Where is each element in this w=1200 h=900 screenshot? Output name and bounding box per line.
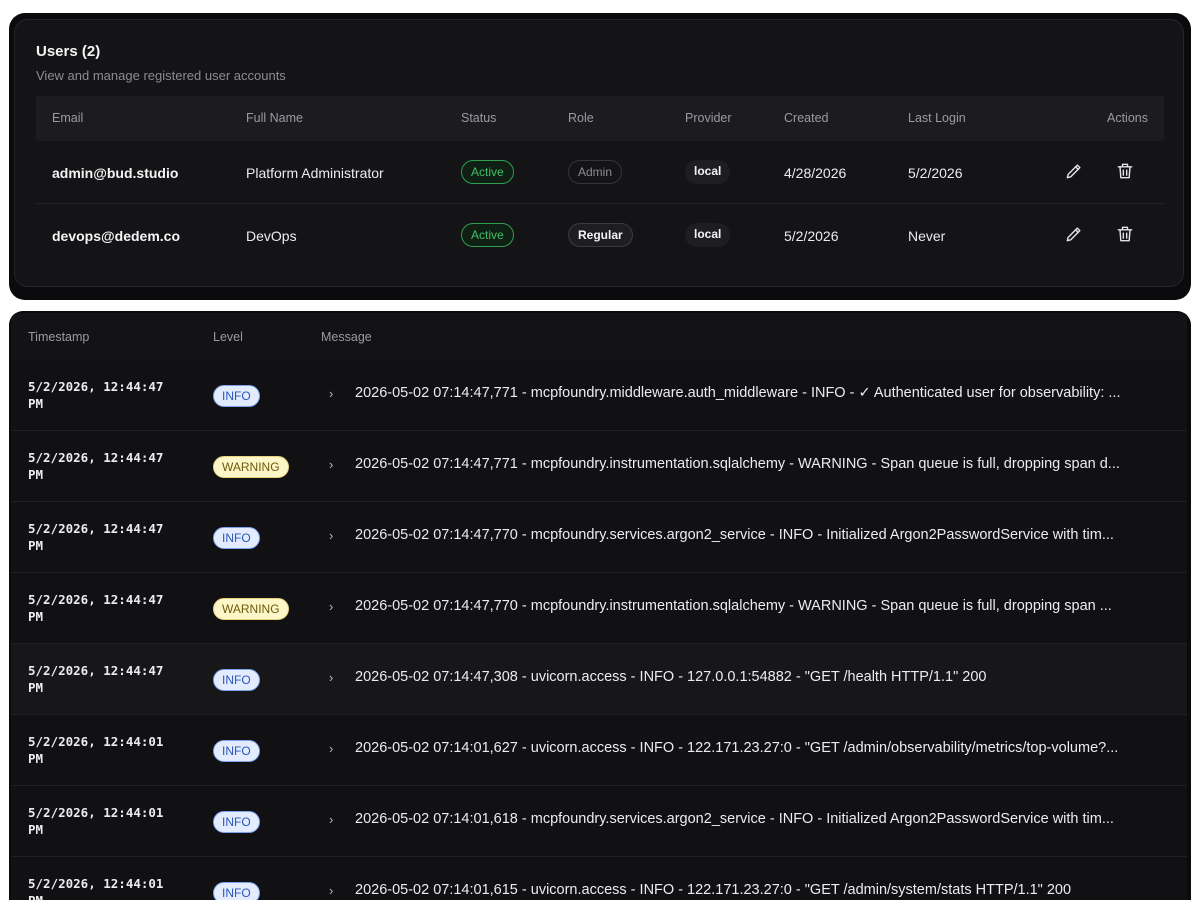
column-header-provider: Provider	[685, 111, 732, 125]
log-row[interactable]: 5/2/2026, 12:44:01PM INFO › 2026-05-02 0…	[11, 786, 1187, 857]
user-full-name: Platform Administrator	[246, 165, 384, 181]
level-badge: INFO	[213, 811, 260, 833]
level-badge: INFO	[213, 740, 260, 762]
users-table-header: Email Full Name Status Role Provider Cre…	[36, 96, 1164, 141]
provider-badge: local	[685, 160, 731, 184]
level-badge: INFO	[213, 527, 260, 549]
trash-icon[interactable]	[1115, 224, 1135, 244]
column-header-level: Level	[213, 330, 243, 344]
column-header-role: Role	[568, 111, 594, 125]
log-timestamp: 5/2/2026, 12:44:47 PM	[28, 379, 164, 411]
role-badge: Regular	[568, 223, 633, 247]
user-created-date: 4/28/2026	[784, 165, 847, 181]
log-message: 2026-05-02 07:14:47,770 - mcpfoundry.ser…	[355, 527, 1114, 543]
chevron-right-icon[interactable]: ›	[329, 528, 333, 543]
status-badge: Active	[461, 160, 514, 184]
log-timestamp: 5/2/2026, 12:44:47 PM	[28, 592, 164, 624]
log-timestamp: 5/2/2026, 12:44:01PM	[28, 734, 164, 766]
level-badge: INFO	[213, 385, 260, 407]
chevron-right-icon[interactable]: ›	[329, 741, 333, 756]
user-created-date: 5/2/2026	[784, 228, 839, 244]
log-message: 2026-05-02 07:14:01,615 - uvicorn.access…	[355, 882, 1072, 898]
logs-panel: Timestamp Level Message 5/2/2026, 12:44:…	[9, 311, 1191, 900]
pencil-icon[interactable]	[1064, 161, 1084, 181]
column-header-message: Message	[321, 330, 372, 344]
chevron-right-icon[interactable]: ›	[329, 457, 333, 472]
log-message: 2026-05-02 07:14:47,771 - mcpfoundry.mid…	[355, 385, 1121, 401]
log-row[interactable]: 5/2/2026, 12:44:01PM INFO › 2026-05-02 0…	[11, 857, 1187, 900]
chevron-right-icon[interactable]: ›	[329, 812, 333, 827]
users-panel: Users (2) View and manage registered use…	[9, 13, 1191, 300]
column-header-email: Email	[52, 111, 84, 125]
log-message: 2026-05-02 07:14:47,308 - uvicorn.access…	[355, 669, 987, 685]
log-row[interactable]: 5/2/2026, 12:44:47 PM WARNING › 2026-05-0…	[11, 431, 1187, 502]
trash-icon[interactable]	[1115, 161, 1135, 181]
log-timestamp: 5/2/2026, 12:44:01PM	[28, 876, 164, 900]
chevron-right-icon[interactable]: ›	[329, 883, 333, 898]
log-timestamp: 5/2/2026, 12:44:47 PM	[28, 663, 164, 695]
column-header-timestamp: Timestamp	[28, 330, 90, 344]
log-timestamp: 5/2/2026, 12:44:47 PM	[28, 521, 164, 553]
level-badge: INFO	[213, 882, 260, 900]
column-header-status: Status	[461, 111, 497, 125]
level-badge: WARNING	[213, 456, 289, 478]
level-badge: INFO	[213, 669, 260, 691]
log-row[interactable]: 5/2/2026, 12:44:47 PM INFO › 2026-05-02 0…	[11, 502, 1187, 573]
column-header-actions: Actions	[1107, 111, 1148, 125]
column-header-last-login: Last Login	[908, 111, 966, 125]
log-timestamp: 5/2/2026, 12:44:47 PM	[28, 450, 164, 482]
user-last-login: 5/2/2026	[908, 165, 963, 181]
users-card: Users (2) View and manage registered use…	[14, 19, 1184, 287]
user-row: admin@bud.studio Platform Administrator …	[36, 141, 1164, 204]
provider-badge: local	[685, 223, 731, 247]
log-row[interactable]: 5/2/2026, 12:44:47 PM INFO › 2026-05-02 0…	[11, 360, 1187, 431]
users-title: Users (2)	[36, 43, 101, 60]
pencil-icon[interactable]	[1064, 224, 1084, 244]
log-row[interactable]: 5/2/2026, 12:44:47 PM WARNING › 2026-05-0…	[11, 573, 1187, 644]
logs-table-header: Timestamp Level Message	[11, 313, 1187, 360]
level-badge: WARNING	[213, 598, 289, 620]
user-email: admin@bud.studio	[52, 165, 179, 181]
user-email: devops@dedem.co	[52, 228, 181, 244]
log-message: 2026-05-02 07:14:47,770 - mcpfoundry.ins…	[355, 598, 1112, 614]
log-timestamp: 5/2/2026, 12:44:01PM	[28, 805, 164, 837]
role-badge: Admin	[568, 160, 623, 184]
log-message: 2026-05-02 07:14:01,627 - uvicorn.access…	[355, 740, 1119, 756]
column-header-created: Created	[784, 111, 829, 125]
chevron-right-icon[interactable]: ›	[329, 599, 333, 614]
status-badge: Active	[461, 223, 514, 247]
chevron-right-icon[interactable]: ›	[329, 386, 333, 401]
user-last-login: Never	[908, 228, 946, 244]
column-header-full-name: Full Name	[246, 111, 303, 125]
log-message: 2026-05-02 07:14:01,618 - mcpfoundry.ser…	[355, 811, 1114, 827]
user-row: devops@dedem.co DevOps Active Regular lo…	[36, 204, 1164, 267]
chevron-right-icon[interactable]: ›	[329, 670, 333, 685]
users-subtitle: View and manage registered user accounts	[36, 68, 286, 83]
log-row[interactable]: 5/2/2026, 12:44:01PM INFO › 2026-05-02 0…	[11, 715, 1187, 786]
log-message: 2026-05-02 07:14:47,771 - mcpfoundry.ins…	[355, 456, 1120, 472]
user-full-name: DevOps	[246, 228, 297, 244]
log-row[interactable]: 5/2/2026, 12:44:47 PM INFO › 2026-05-02 0…	[11, 644, 1187, 715]
